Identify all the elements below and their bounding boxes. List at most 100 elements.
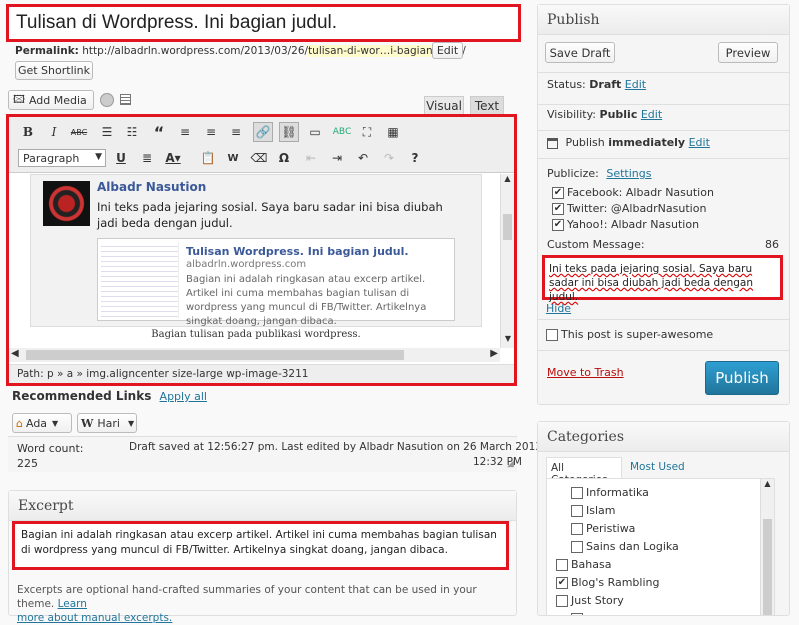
resize-handle-icon[interactable]: ◢ <box>507 459 514 469</box>
form-icon[interactable] <box>120 94 131 105</box>
custom-message-label: Custom Message: <box>547 238 645 251</box>
blockquote-icon[interactable]: “ <box>149 122 169 142</box>
recommended-links-title: Recommended Links Apply all <box>12 389 207 403</box>
move-to-trash-link[interactable]: Move to Trash <box>547 366 624 379</box>
fullscreen-icon[interactable]: ⛶ <box>357 122 377 142</box>
tab-most-used[interactable]: Most Used <box>630 461 685 473</box>
excerpt-textarea[interactable]: Bagian ini adalah ringkasan atau excerp … <box>15 524 506 562</box>
special-character-icon[interactable]: Ω <box>274 148 294 168</box>
yahoo-option[interactable]: ✔ Yahoo!: Albadr Nasution <box>552 218 699 231</box>
align-right-icon[interactable]: ≡ <box>226 122 246 142</box>
align-center-icon[interactable]: ≡ <box>201 122 221 142</box>
learn-more-link-cont[interactable]: more about manual excerpts. <box>17 612 172 624</box>
category-item[interactable]: ✔ Blog's Rambling <box>556 576 659 589</box>
learn-more-link[interactable]: Learn <box>58 598 87 610</box>
redo-icon[interactable]: ↷ <box>379 148 399 168</box>
tab-visual[interactable]: Visual <box>424 96 464 114</box>
permalink-label: Permalink: <box>15 45 79 57</box>
visibility-edit-link[interactable]: Edit <box>641 108 662 121</box>
clear-formatting-icon[interactable]: ⌫ <box>249 148 269 168</box>
underline-icon[interactable]: U <box>111 148 131 168</box>
spellcheck-icon[interactable]: ABC <box>332 122 352 142</box>
align-left-icon[interactable]: ≡ <box>175 122 195 142</box>
strikethrough-icon[interactable]: ABC <box>69 122 89 142</box>
editor-hscrollbar[interactable]: ◀ ▶ <box>9 348 500 362</box>
post-title-input[interactable] <box>9 7 518 39</box>
outdent-icon[interactable]: ⇤ <box>301 148 321 168</box>
hide-link[interactable]: Hide <box>546 302 571 315</box>
hscroll-thumb[interactable] <box>26 350 404 360</box>
twitter-checkbox[interactable]: ✔ <box>552 203 564 215</box>
category-item[interactable]: Islam <box>571 504 616 517</box>
category-scrollbar[interactable]: ▲ <box>760 479 774 615</box>
italic-icon[interactable]: I <box>44 122 64 142</box>
paste-word-icon[interactable]: W <box>223 148 243 168</box>
scroll-up-icon[interactable]: ▲ <box>761 479 774 493</box>
facebook-checkbox[interactable]: ✔ <box>552 187 564 199</box>
excerpt-header[interactable]: Excerpt <box>9 491 516 521</box>
category-checkbox[interactable] <box>571 505 583 517</box>
scroll-up-icon[interactable]: ▲ <box>501 174 514 188</box>
category-item[interactable]: Informatika <box>571 486 649 499</box>
category-item[interactable]: Peristiwa <box>571 522 635 535</box>
super-awesome-option[interactable]: This post is super-awesome <box>546 328 713 341</box>
kitchen-sink-icon[interactable]: ▦ <box>383 122 403 142</box>
recommended-hari-button[interactable]: W Hari ▼ <box>77 413 137 433</box>
custom-message-textarea[interactable]: Ini teks pada jejaring sosial. Saya baru… <box>545 258 780 308</box>
super-awesome-checkbox[interactable] <box>546 329 558 341</box>
category-checkbox[interactable] <box>571 541 583 553</box>
category-checkbox[interactable]: ✔ <box>556 577 568 589</box>
tab-text[interactable]: Text <box>470 96 504 114</box>
schedule-edit-link[interactable]: Edit <box>689 136 710 149</box>
publicize-settings-link[interactable]: Settings <box>606 167 651 180</box>
more-tag-icon[interactable]: ▭ <box>305 122 325 142</box>
card-thumbnail <box>101 242 179 318</box>
bullet-list-icon[interactable]: ☰ <box>97 122 117 142</box>
twitter-option[interactable]: ✔ Twitter: @AlbadrNasution <box>552 202 706 215</box>
editor-content[interactable]: Albadr Nasution Ini teks pada jejaring s… <box>12 174 484 348</box>
path-value: p » a » img.aligncenter size-large wp-im… <box>46 368 309 380</box>
scroll-right-icon[interactable]: ▶ <box>490 348 498 359</box>
category-item[interactable]: Just Story <box>556 594 624 607</box>
save-draft-button[interactable]: Save Draft <box>545 42 615 63</box>
bold-icon[interactable]: B <box>18 122 38 142</box>
justify-icon[interactable]: ≣ <box>137 148 157 168</box>
scroll-thumb[interactable] <box>503 214 512 240</box>
get-shortlink-button[interactable]: Get Shortlink <box>15 61 93 80</box>
indent-icon[interactable]: ⇥ <box>327 148 347 168</box>
publish-button[interactable]: Publish <box>705 361 779 395</box>
insert-link-icon[interactable]: 🔗 <box>253 122 273 142</box>
publicize-label: Publicize: <box>547 167 599 180</box>
editor-vscrollbar[interactable]: ▲ ▼ <box>500 174 514 348</box>
text-color-icon[interactable]: A▾ <box>163 148 183 168</box>
tab-all-categories[interactable]: All Categories <box>546 457 622 486</box>
category-item[interactable]: Sains dan Logika <box>571 540 679 553</box>
categories-header[interactable]: Categories <box>538 422 789 452</box>
help-icon[interactable]: ? <box>405 148 425 168</box>
recommended-ada-button[interactable]: ⌂ Ada ▼ <box>12 413 72 433</box>
facebook-option[interactable]: ✔ Facebook: Albadr Nasution <box>552 186 714 199</box>
category-checkbox[interactable] <box>571 523 583 535</box>
yahoo-checkbox[interactable]: ✔ <box>552 219 564 231</box>
category-item[interactable] <box>571 612 586 615</box>
apply-all-link[interactable]: Apply all <box>160 390 207 403</box>
add-media-button[interactable]: 🖾 Add Media <box>8 90 94 110</box>
category-checkbox[interactable] <box>571 487 583 499</box>
status-edit-link[interactable]: Edit <box>625 78 646 91</box>
paragraph-select[interactable]: Paragraph ▼ <box>18 149 106 167</box>
publish-header[interactable]: Publish <box>538 5 789 35</box>
poll-icon[interactable] <box>100 93 114 107</box>
unlink-icon[interactable]: ⛓ <box>279 122 299 142</box>
scroll-left-icon[interactable]: ◀ <box>11 348 19 359</box>
category-item[interactable]: Bahasa <box>556 558 611 571</box>
paste-text-icon[interactable]: 📋 <box>198 148 218 168</box>
undo-icon[interactable]: ↶ <box>353 148 373 168</box>
numbered-list-icon[interactable]: ☷ <box>122 122 142 142</box>
scroll-down-icon[interactable]: ▼ <box>501 334 515 348</box>
category-checkbox[interactable] <box>556 559 568 571</box>
permalink-edit-button[interactable]: Edit <box>432 42 463 59</box>
category-checkbox[interactable] <box>556 595 568 607</box>
dropdown-icon: ▼ <box>52 418 59 428</box>
scroll-thumb[interactable] <box>763 519 772 615</box>
preview-button[interactable]: Preview <box>718 42 778 63</box>
